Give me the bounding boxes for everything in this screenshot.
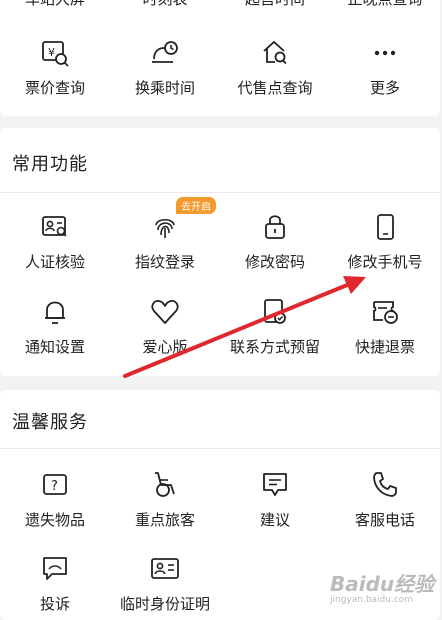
transfer-time-label: 换乘时间: [134, 79, 195, 97]
svg-text:?: ?: [51, 479, 58, 494]
heart-icon: [151, 300, 179, 324]
more-item[interactable]: 更多: [330, 37, 440, 98]
more-label: 更多: [369, 79, 400, 97]
quick-refund-item[interactable]: 快捷退票: [330, 296, 440, 357]
cut-label-timetable[interactable]: 时刻表: [110, 0, 220, 9]
fingerprint-icon: [155, 218, 175, 238]
divider: [0, 448, 440, 449]
priority-passenger-item[interactable]: 重点旅客: [110, 469, 220, 530]
more-icon: [374, 50, 396, 56]
id-verify-label: 人证核验: [24, 253, 85, 271]
fare-query-item[interactable]: ¥ 票价查询: [0, 37, 110, 98]
wheelchair-icon: [155, 472, 175, 497]
warm-services-title: 温馨服务: [12, 412, 88, 433]
cut-label-delay-query[interactable]: 正晚点查询: [330, 0, 440, 9]
suggestion-item[interactable]: 建议: [220, 469, 330, 530]
quick-refund-label: 快捷退票: [354, 338, 415, 356]
temp-id-icon: [151, 558, 179, 579]
lost-items-label: 遗失物品: [24, 511, 85, 529]
suggestion-label: 建议: [259, 511, 290, 529]
transfer-clock-icon: [152, 41, 178, 63]
lock-icon: [265, 215, 285, 239]
quick-refund-icon: [373, 301, 398, 324]
care-mode-item[interactable]: 爱心版: [110, 296, 220, 357]
change-phone-item[interactable]: 修改手机号: [330, 211, 440, 272]
fingerprint-login-label: 指纹登录: [134, 253, 195, 271]
common-functions-title: 常用功能: [12, 154, 88, 175]
contact-reserve-label: 联系方式预留: [229, 338, 320, 356]
service-hotline-label: 客服电话: [354, 511, 415, 529]
change-password-label: 修改密码: [244, 253, 305, 271]
temp-id-label: 临时身份证明: [119, 595, 210, 613]
cut-label-sale-time[interactable]: 起售时间: [220, 0, 330, 9]
cut-label-station-screen[interactable]: 车站大屏: [0, 0, 110, 9]
lost-item-icon: ?: [43, 474, 67, 495]
care-mode-label: 爱心版: [142, 338, 188, 356]
notification-settings-item[interactable]: 通知设置: [0, 296, 110, 357]
temp-id-item[interactable]: 临时身份证明: [110, 553, 220, 614]
id-card-verify-icon: [42, 216, 67, 237]
complaint-icon: [43, 557, 67, 580]
fare-query-label: 票价查询: [24, 79, 85, 97]
fare-search-icon: ¥: [42, 41, 69, 67]
complaint-item[interactable]: 投诉: [0, 553, 110, 614]
transfer-time-item[interactable]: 换乘时间: [110, 37, 220, 98]
service-hotline-item[interactable]: 客服电话: [330, 469, 440, 530]
top-services-card: 车站大屏 时刻表 起售时间 正晚点查询 ¥ 票价查询 换乘时间 代售点查询: [0, 0, 440, 116]
contact-reserve-icon: [264, 299, 286, 324]
lost-items-item[interactable]: ? 遗失物品: [0, 469, 110, 530]
change-phone-label: 修改手机号: [347, 253, 423, 271]
fingerprint-login-item[interactable]: 指纹登录: [110, 211, 220, 272]
phone-icon: [377, 214, 394, 240]
id-verify-item[interactable]: 人证核验: [0, 211, 110, 272]
agency-query-label: 代售点查询: [237, 79, 313, 97]
divider: [0, 192, 440, 193]
change-password-item[interactable]: 修改密码: [220, 211, 330, 272]
notification-settings-label: 通知设置: [24, 338, 85, 356]
agency-query-item[interactable]: 代售点查询: [220, 37, 330, 98]
watermark-main: Baidu经验: [330, 572, 435, 596]
bell-icon: [45, 301, 65, 324]
baidu-watermark: Baidu经验 jingyan.baidu.com: [330, 568, 434, 605]
svg-text:¥: ¥: [48, 46, 55, 59]
agency-search-icon: [263, 40, 287, 65]
contact-reserve-item[interactable]: 联系方式预留: [220, 296, 330, 357]
priority-passenger-label: 重点旅客: [134, 511, 195, 529]
service-phone-icon: [373, 472, 397, 497]
feedback-icon: [263, 473, 287, 496]
complaint-label: 投诉: [39, 595, 70, 613]
